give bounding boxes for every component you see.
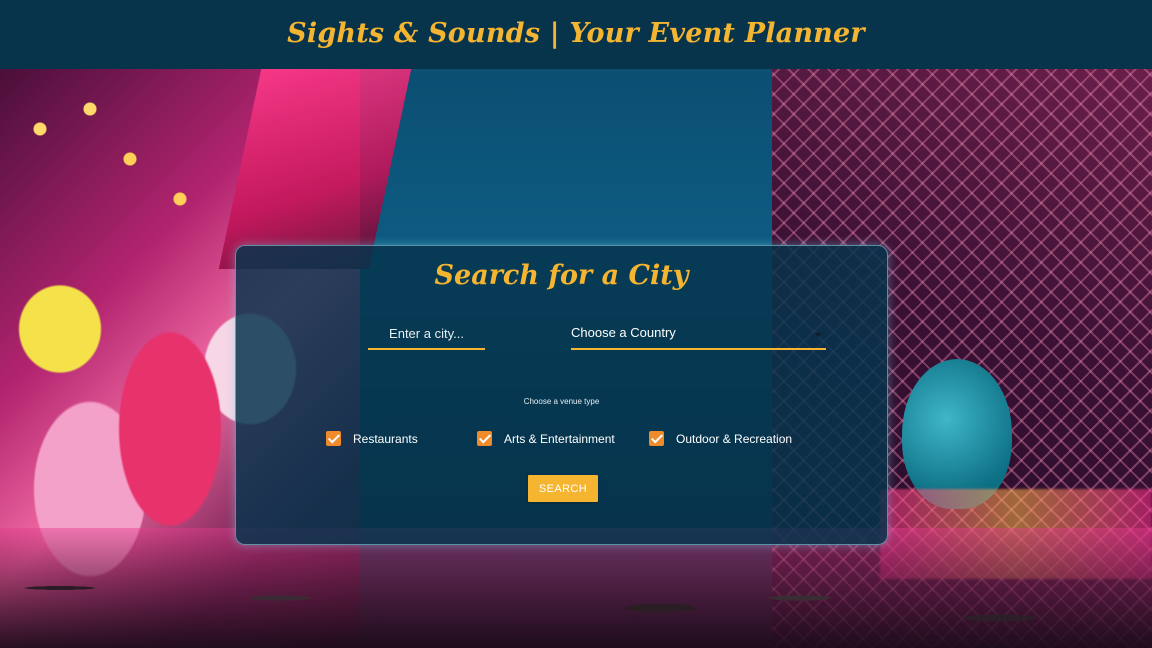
- app-header: Sights & Sounds | Your Event Planner: [0, 0, 1152, 69]
- city-input[interactable]: [368, 319, 485, 350]
- venue-checkbox-label: Arts & Entertainment: [504, 431, 615, 446]
- checkbox-checked-icon[interactable]: [326, 431, 341, 446]
- search-button[interactable]: SEARCH: [528, 475, 598, 502]
- plush-toy-decor: [902, 359, 1012, 509]
- chevron-down-icon: [814, 333, 822, 337]
- search-panel-title: Search for a City: [434, 260, 689, 291]
- search-panel: Search for a City Choose a Country Choos…: [235, 245, 888, 545]
- venue-checkbox-outdoor-recreation[interactable]: Outdoor & Recreation: [649, 431, 792, 446]
- venue-checkbox-arts-entertainment[interactable]: Arts & Entertainment: [477, 431, 615, 446]
- app-title: Sights & Sounds | Your Event Planner: [287, 18, 865, 49]
- country-select-value: Choose a Country: [571, 325, 676, 340]
- venue-checkbox-restaurants[interactable]: Restaurants: [326, 431, 418, 446]
- checkbox-checked-icon[interactable]: [477, 431, 492, 446]
- venue-checkbox-label: Restaurants: [353, 431, 418, 446]
- venue-type-caption: Choose a venue type: [523, 397, 600, 406]
- country-select[interactable]: Choose a Country: [571, 319, 826, 350]
- venue-checkbox-label: Outdoor & Recreation: [676, 431, 793, 446]
- checkbox-checked-icon[interactable]: [649, 431, 664, 446]
- crowd-decor: [0, 528, 1152, 648]
- page: Sights & Sounds | Your Event Planner Sea…: [0, 0, 1152, 648]
